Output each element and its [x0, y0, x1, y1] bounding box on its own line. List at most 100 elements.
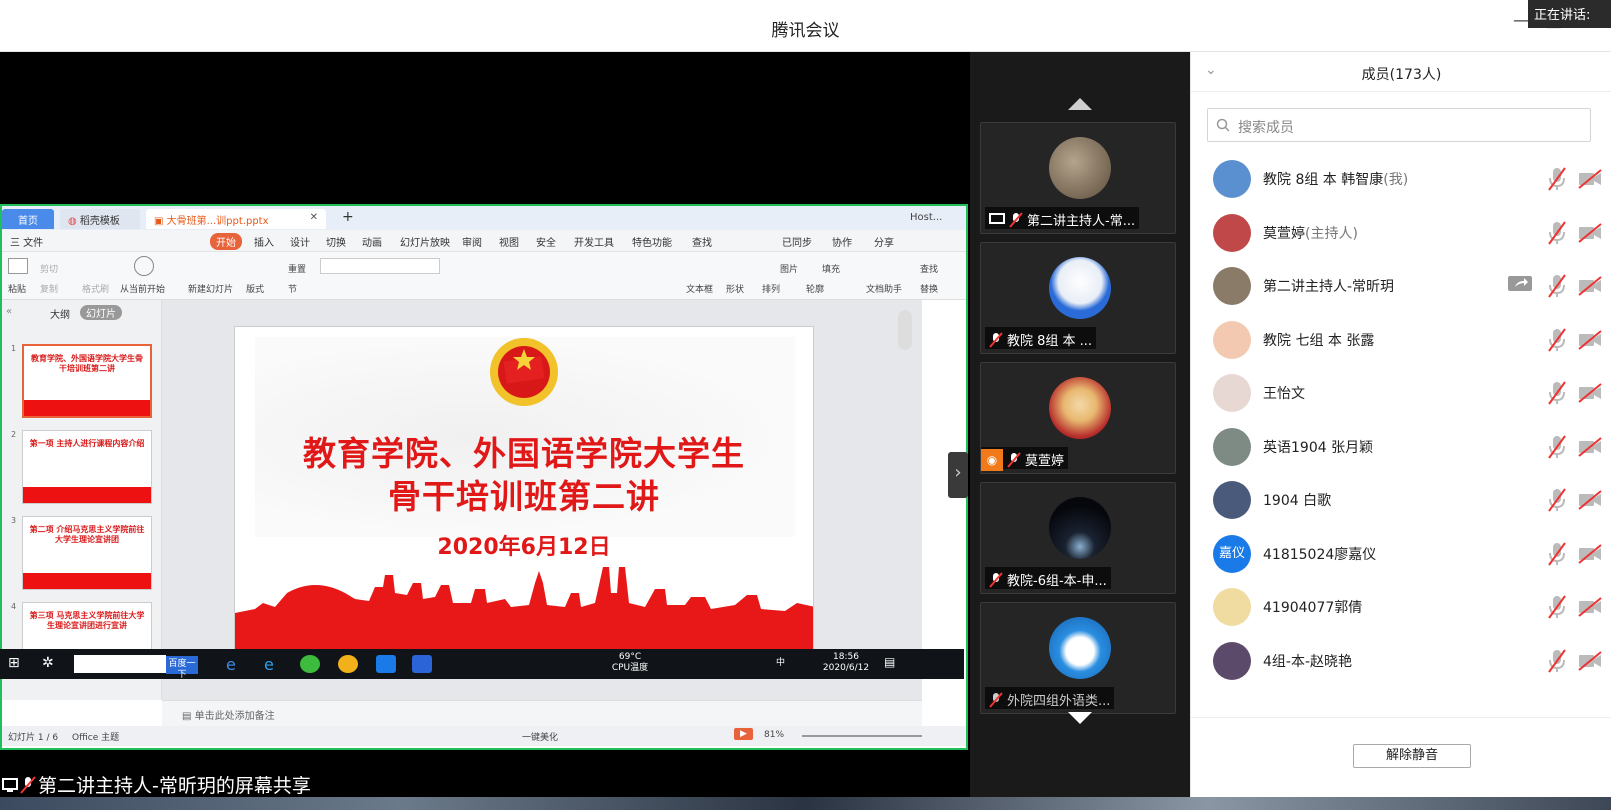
member-row[interactable]: 英语1904 张月颖: [1191, 420, 1611, 474]
camera-off-icon[interactable]: [1577, 543, 1603, 569]
camera-off-icon[interactable]: [1577, 168, 1603, 194]
member-row[interactable]: 1904 白歌: [1191, 473, 1611, 527]
notification-icon[interactable]: ▤: [884, 655, 904, 673]
pane-tab-slides[interactable]: 幻灯片: [80, 305, 122, 320]
member-row[interactable]: 4组-本-赵晓艳: [1191, 634, 1611, 688]
camera-off-icon[interactable]: [1577, 436, 1603, 462]
video-tile[interactable]: 外院四组外语类...: [980, 602, 1176, 714]
taskbar-search-button[interactable]: 百度一下: [166, 656, 198, 680]
tab-close-icon[interactable]: ✕: [310, 212, 318, 223]
ribbon-play-current[interactable]: 从当前开始: [120, 282, 165, 295]
slide-thumbnail-3[interactable]: 第二项 介绍马克思主义学院前往大学生理论宣讲团: [22, 516, 152, 590]
ribbon-fill[interactable]: 填充: [822, 262, 840, 275]
menu-collab[interactable]: 协作: [832, 234, 852, 249]
camera-off-icon[interactable]: [1577, 382, 1603, 408]
menu-view[interactable]: 视图: [499, 234, 519, 249]
zoom-slider[interactable]: [802, 735, 922, 737]
ribbon-replace[interactable]: 替换: [920, 282, 938, 295]
unmute-all-button[interactable]: 解除静音: [1353, 744, 1471, 768]
camera-off-icon[interactable]: [1577, 275, 1603, 301]
slide-thumbnail-2[interactable]: 第一项 主持人进行课程内容介绍: [22, 430, 152, 504]
mic-muted-icon[interactable]: [1546, 380, 1568, 410]
mic-muted-icon[interactable]: [1546, 166, 1568, 196]
menu-devtools[interactable]: 开发工具: [574, 234, 614, 249]
menu-slideshow[interactable]: 幻灯片放映: [400, 234, 450, 249]
menu-animation[interactable]: 动画: [362, 234, 382, 249]
wps-tab-home[interactable]: 首页: [2, 209, 54, 229]
menu-design[interactable]: 设计: [290, 234, 310, 249]
ribbon-section[interactable]: 节: [288, 282, 297, 295]
collapse-video-panel-button[interactable]: ›: [948, 452, 968, 498]
ie-icon[interactable]: e: [264, 655, 284, 674]
camera-off-icon[interactable]: [1577, 329, 1603, 355]
ribbon-layout[interactable]: 版式: [246, 282, 264, 295]
new-tab-icon[interactable]: +: [334, 206, 362, 226]
notes-area[interactable]: ▤ 单击此处添加备注: [162, 700, 922, 726]
video-tile[interactable]: 教院 8组 本 ...: [980, 242, 1176, 354]
member-row[interactable]: 嘉仪 41815024廖嘉仪: [1191, 527, 1611, 581]
paste-icon[interactable]: [8, 258, 28, 274]
mic-muted-icon[interactable]: [1546, 327, 1568, 357]
video-tile[interactable]: 教院-6组-本-申...: [980, 482, 1176, 594]
browser-360-icon[interactable]: [300, 655, 320, 673]
ribbon-picture[interactable]: 图片: [780, 262, 798, 275]
mic-muted-icon[interactable]: [1546, 648, 1568, 678]
member-search-input[interactable]: 搜索成员: [1207, 108, 1591, 142]
windows-start-icon[interactable]: ⊞: [8, 655, 24, 673]
menu-home[interactable]: 开始: [210, 233, 242, 250]
menu-share[interactable]: 分享: [874, 234, 894, 249]
ribbon-copy[interactable]: 复制: [40, 282, 58, 295]
ribbon-outline[interactable]: 轮廓: [806, 282, 824, 295]
video-tile[interactable]: ◉ 莫萱婷: [980, 362, 1176, 474]
ribbon-find[interactable]: 查找: [920, 262, 938, 275]
ribbon-textbox[interactable]: 文本框: [686, 282, 713, 295]
menu-transition[interactable]: 切换: [326, 234, 346, 249]
system-clock[interactable]: 18:56 2020/6/12: [814, 652, 878, 674]
menu-search[interactable]: 查找: [692, 234, 712, 249]
ribbon-paste[interactable]: 粘贴: [8, 282, 26, 295]
edge-icon[interactable]: e: [226, 655, 246, 674]
scrollbar-thumb[interactable]: [898, 310, 912, 350]
current-slide[interactable]: 教育学院、外国语学院大学生 骨干培训班第二讲 2020年6月12日: [234, 326, 814, 654]
menu-review[interactable]: 审阅: [462, 234, 482, 249]
ribbon-shape[interactable]: 形状: [726, 282, 744, 295]
video-tile[interactable]: 第二讲主持人-常...: [980, 122, 1176, 234]
beautify-button[interactable]: 一键美化: [522, 730, 558, 743]
ribbon-reset[interactable]: 重置: [288, 262, 306, 275]
tencent-meeting-taskbar-icon[interactable]: [376, 655, 396, 673]
camera-off-icon[interactable]: [1577, 596, 1603, 622]
ribbon-cut[interactable]: 剪切: [40, 262, 58, 275]
member-row[interactable]: 41904077郭倩: [1191, 580, 1611, 634]
slideshow-play-icon[interactable]: ▶: [734, 728, 753, 740]
collapse-pane-icon[interactable]: «: [6, 306, 12, 317]
ribbon-new-slide[interactable]: 新建幻灯片: [188, 282, 233, 295]
taskview-icon[interactable]: ✲: [42, 655, 62, 673]
member-row[interactable]: 王怡文: [1191, 366, 1611, 420]
member-row[interactable]: 莫萱婷(主持人): [1191, 206, 1611, 260]
wps-taskbar-icon[interactable]: [412, 655, 432, 673]
mic-muted-icon[interactable]: [1546, 220, 1568, 250]
camera-off-icon[interactable]: [1577, 489, 1603, 515]
mic-muted-icon[interactable]: [1546, 434, 1568, 464]
ribbon-doc-assistant[interactable]: 文档助手: [866, 282, 902, 295]
taskbar-search-box[interactable]: [74, 655, 166, 673]
pane-tab-outline[interactable]: 大纲: [50, 306, 70, 321]
menu-synced[interactable]: 已同步: [782, 234, 812, 249]
camera-off-icon[interactable]: [1577, 222, 1603, 248]
scroll-down-icon[interactable]: [1068, 712, 1092, 724]
menu-file[interactable]: 三 文件: [10, 234, 43, 249]
menu-security[interactable]: 安全: [536, 234, 556, 249]
wps-tab-template[interactable]: ◍ 稻壳模板: [60, 209, 140, 229]
security-360-icon[interactable]: [338, 655, 358, 673]
font-select[interactable]: [320, 258, 440, 274]
mic-muted-icon[interactable]: [1546, 594, 1568, 624]
ribbon-arrange[interactable]: 排列: [762, 282, 780, 295]
slide-thumbnail-1[interactable]: 教育学院、外国语学院大学生骨干培训班第二讲: [22, 344, 152, 418]
member-row[interactable]: 教院 七组 本 张露: [1191, 313, 1611, 367]
ime-indicator[interactable]: 中: [776, 658, 785, 669]
menu-features[interactable]: 特色功能: [632, 234, 672, 249]
mic-muted-icon[interactable]: [1546, 487, 1568, 517]
menu-insert[interactable]: 插入: [254, 234, 274, 249]
scroll-up-icon[interactable]: [1068, 98, 1092, 110]
wps-tab-document[interactable]: ▣ 大骨班第...训ppt.pptx ✕: [146, 209, 326, 229]
